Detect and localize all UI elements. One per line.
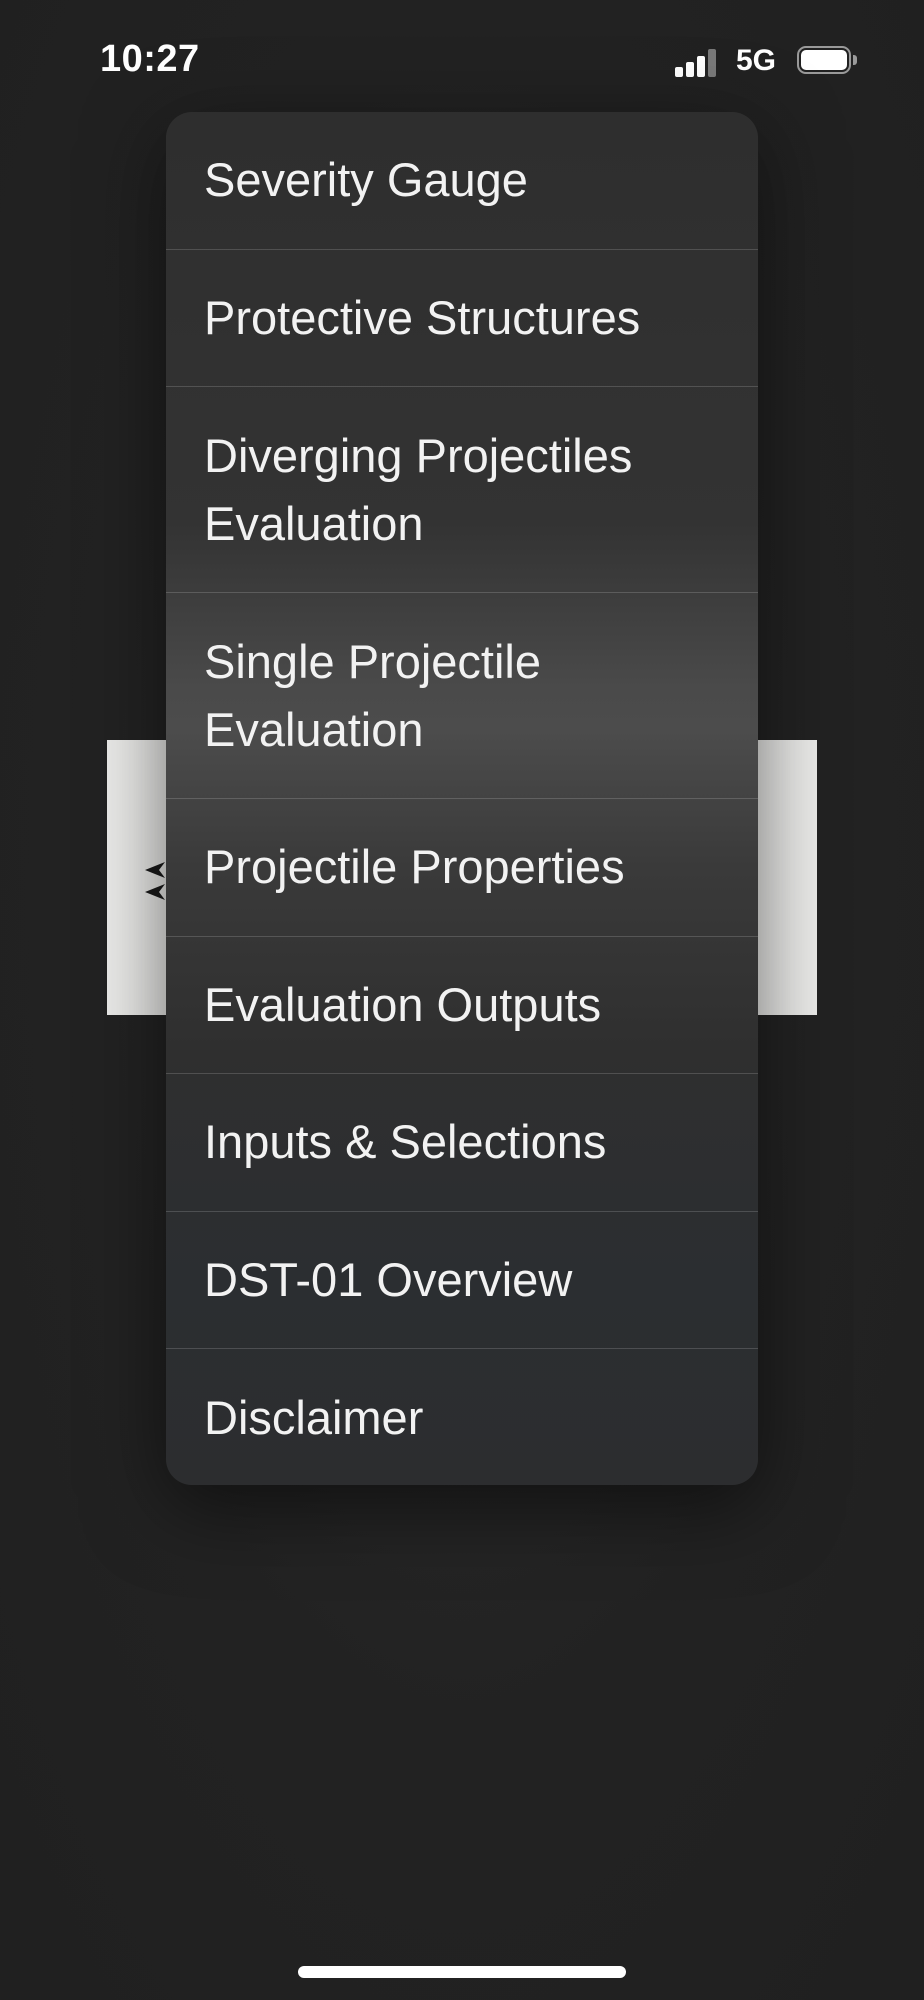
menu-item-severity-gauge[interactable]: Severity Gauge (166, 112, 758, 250)
network-label: 5G (736, 44, 777, 77)
menu-item-protective-structures[interactable]: Protective Structures (166, 250, 758, 387)
menu-item-evaluation-outputs[interactable]: Evaluation Outputs (166, 937, 758, 1074)
menu-item-label: Disclaimer (204, 1390, 424, 1444)
menu-item-label: DST-01 Overview (204, 1252, 573, 1306)
screen: 10:27 5G Severity Gauge Protective Struc… (0, 0, 924, 2000)
home-indicator[interactable] (298, 1966, 626, 1978)
menu-item-diverging-projectiles-evaluation[interactable]: Diverging Projectiles Evaluation (166, 387, 758, 593)
menu-item-dst-01-overview[interactable]: DST-01 Overview (166, 1212, 758, 1349)
menu-item-projectile-properties[interactable]: Projectile Properties (166, 799, 758, 937)
menu-item-disclaimer[interactable]: Disclaimer (166, 1349, 758, 1485)
menu-item-label: Evaluation Outputs (204, 977, 602, 1031)
navigation-menu: Severity Gauge Protective Structures Div… (166, 112, 758, 1485)
menu-item-label: Protective Structures (204, 290, 641, 344)
menu-item-inputs-selections[interactable]: Inputs & Selections (166, 1074, 758, 1212)
status-time: 10:27 (100, 38, 200, 80)
menu-item-single-projectile-evaluation[interactable]: Single Projectile Evaluation (166, 593, 758, 799)
menu-item-label: Projectile Properties (204, 840, 625, 894)
cellular-signal-icon (675, 47, 723, 77)
menu-item-label: Diverging Projectiles Evaluation (204, 428, 633, 550)
status-bar: 10:27 5G (0, 0, 924, 120)
menu-item-label: Single Projectile Evaluation (204, 634, 542, 756)
battery-full-icon (797, 46, 857, 76)
menu-item-label: Inputs & Selections (204, 1115, 607, 1169)
menu-item-label: Severity Gauge (204, 153, 528, 207)
